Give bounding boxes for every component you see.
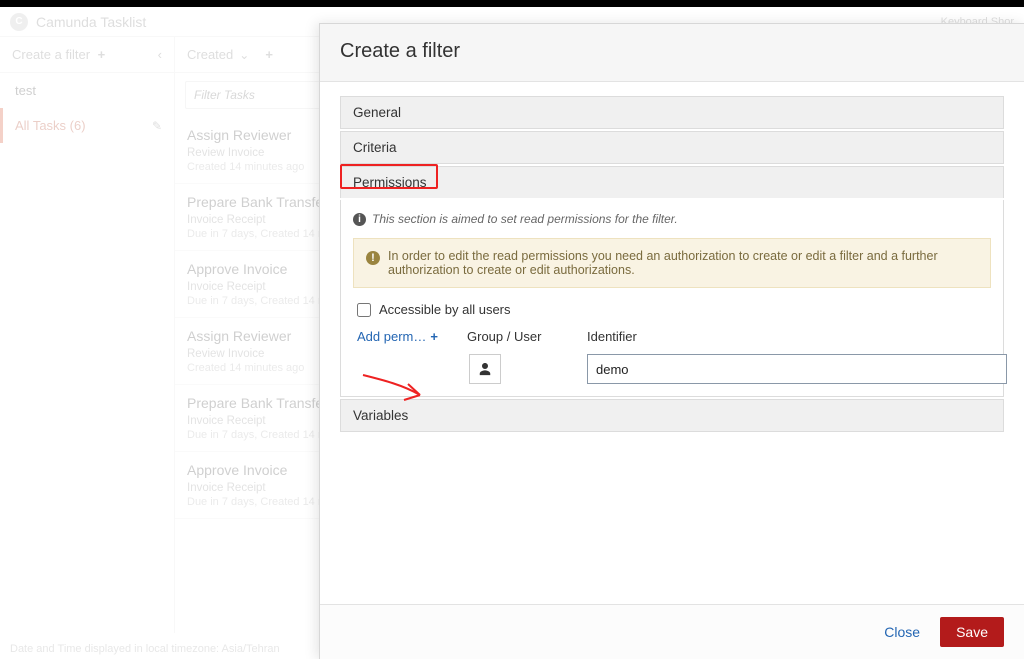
identifier-input[interactable]	[587, 354, 1007, 384]
section-general[interactable]: General	[340, 96, 1004, 129]
save-button[interactable]: Save	[940, 617, 1004, 647]
warning-icon: !	[366, 251, 380, 265]
create-filter-modal: Create a filter General Criteria Permiss…	[319, 23, 1024, 659]
permissions-body: i This section is aimed to set read perm…	[340, 200, 1004, 397]
identifier-header: Identifier	[587, 329, 1007, 344]
filter-item-all-tasks[interactable]: All Tasks (6) ✎	[0, 108, 174, 143]
accessible-label: Accessible by all users	[379, 302, 511, 317]
create-filter-link[interactable]: Create a filter +	[12, 47, 105, 62]
accessible-by-all-checkbox[interactable]	[357, 303, 371, 317]
modal-header: Create a filter	[320, 24, 1024, 82]
window-top-bar	[0, 0, 1024, 7]
sort-toggle[interactable]: Created	[187, 47, 233, 62]
chevron-down-icon[interactable]: ⌄	[239, 48, 249, 62]
pencil-icon[interactable]: ✎	[152, 119, 162, 133]
add-permission-link[interactable]: Add perm… +	[357, 329, 457, 344]
section-permissions[interactable]: Permissions	[340, 166, 1004, 198]
modal-title: Create a filter	[340, 40, 1004, 63]
section-criteria[interactable]: Criteria	[340, 131, 1004, 164]
chevron-left-icon[interactable]: ‹	[158, 47, 162, 62]
group-user-header: Group / User	[467, 329, 577, 344]
info-line: i This section is aimed to set read perm…	[353, 212, 991, 226]
plus-icon: +	[430, 329, 438, 344]
close-button[interactable]: Close	[874, 617, 930, 647]
warning-alert: ! In order to edit the read permissions …	[353, 238, 991, 288]
timezone-footer: Date and Time displayed in local timezon…	[10, 643, 280, 655]
plus-icon: +	[94, 47, 106, 62]
filters-header: Create a filter + ‹	[0, 37, 174, 73]
info-icon: i	[353, 213, 366, 226]
modal-footer: Close Save	[320, 604, 1024, 659]
filter-item-test[interactable]: test	[0, 73, 174, 108]
group-user-toggle[interactable]	[469, 354, 501, 384]
add-sort-icon[interactable]: +	[265, 47, 273, 62]
logo-icon: C	[10, 13, 28, 31]
accessible-checkbox-row: Accessible by all users	[353, 302, 991, 317]
filters-column: Create a filter + ‹ test All Tasks (6) ✎	[0, 37, 175, 633]
person-icon	[478, 362, 492, 376]
section-variables[interactable]: Variables	[340, 399, 1004, 432]
app-title: Camunda Tasklist	[36, 14, 146, 30]
